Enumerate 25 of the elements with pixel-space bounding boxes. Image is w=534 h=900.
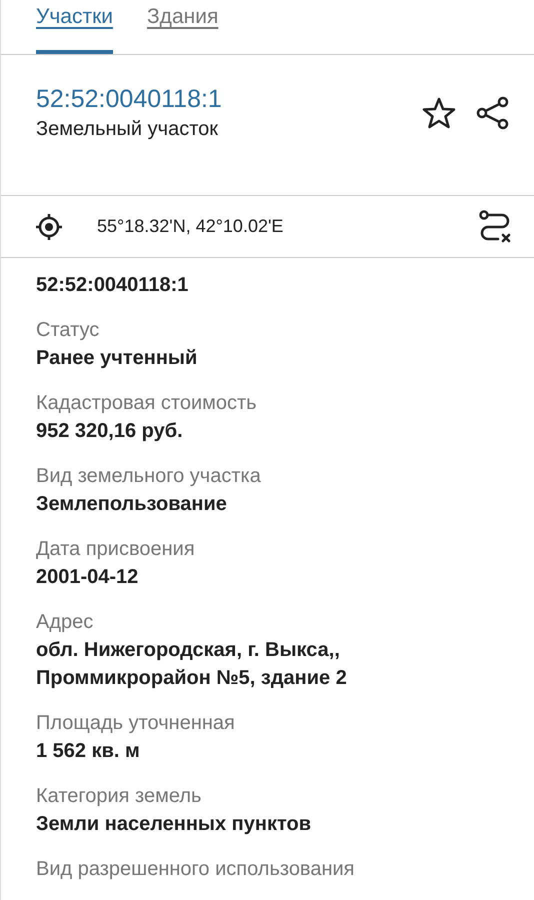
field-label: Дата присвоения: [36, 537, 196, 562]
field-value: Земли населенных пунктов: [36, 812, 312, 837]
field-label: Вид разрешенного использования: [36, 857, 356, 882]
field-label: Площадь уточненная: [36, 711, 236, 736]
field-label: Категория земель: [36, 784, 202, 809]
tab[interactable]: Здания: [147, 0, 218, 54]
field-label: Вид земельного участка: [36, 464, 262, 489]
coordinates: 55°18.32'N, 42°10.02'E: [97, 216, 284, 237]
share-icon[interactable]: [476, 96, 510, 130]
field-value: 52:52:0040118:1: [36, 273, 190, 298]
tab[interactable]: Участки: [36, 0, 113, 54]
field-value: 2001-04-12: [36, 565, 140, 590]
field-value: 1 562 кв. м: [36, 739, 141, 764]
field-value: Ранее учтенный: [36, 346, 198, 371]
route-icon[interactable]: [478, 210, 512, 244]
cadastral-number: 52:52:0040118:1: [36, 85, 223, 114]
field-label: Статус: [36, 318, 100, 343]
star-icon[interactable]: [422, 97, 456, 129]
object-type: Земельный участок: [36, 118, 220, 141]
field-value: Землепользование: [36, 492, 228, 517]
field-value: обл. Нижегородская, г. Выкса,, Проммикрорайон №5, здание 2: [36, 638, 348, 691]
field-value: 952 320,16 руб.: [36, 419, 184, 444]
field-label: Кадастровая стоимость: [36, 391, 258, 416]
field-label: Адрес: [36, 610, 94, 635]
target-icon[interactable]: [34, 212, 64, 242]
